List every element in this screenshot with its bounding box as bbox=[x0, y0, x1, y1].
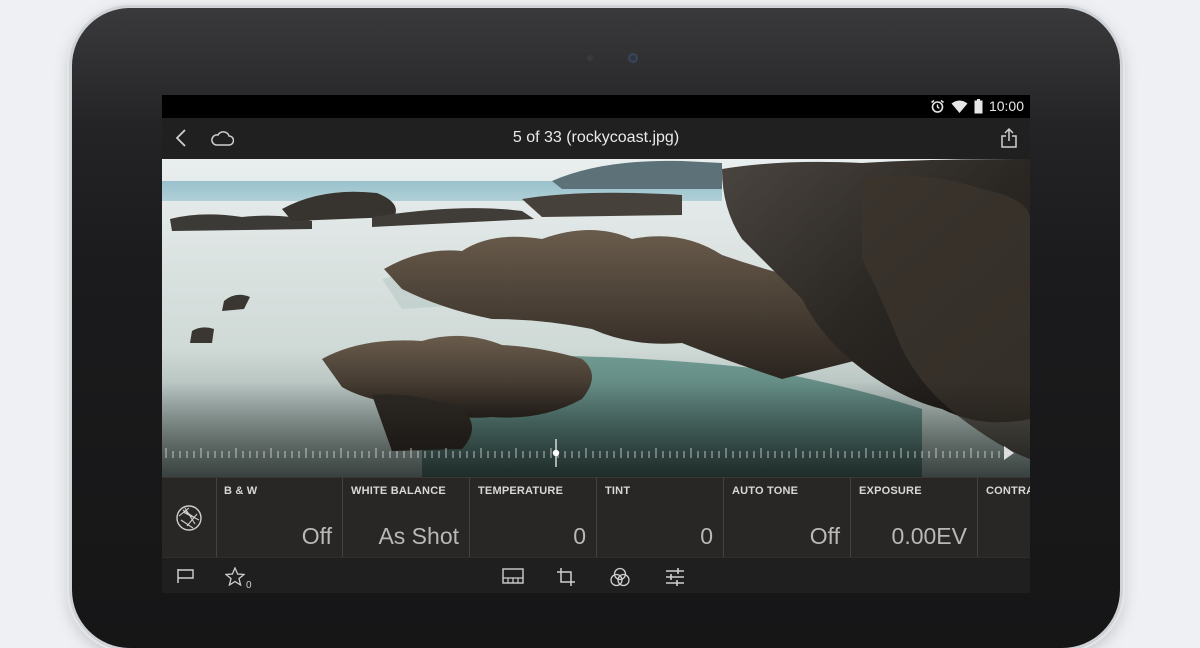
battery-icon bbox=[974, 98, 983, 114]
bottom-toolbar: 0 bbox=[162, 557, 1030, 593]
proximity-sensor bbox=[587, 55, 593, 61]
clock-time: 10:00 bbox=[988, 98, 1024, 114]
app-screen: 10:00 5 of 33 (rockycoast.jpg) B & W Off… bbox=[162, 95, 1030, 593]
star-count: 0 bbox=[246, 580, 252, 591]
adjust-contrast[interactable]: CONTRAS bbox=[978, 478, 1030, 558]
adjust-label: TEMPERATURE bbox=[478, 485, 564, 497]
star-icon bbox=[224, 566, 246, 591]
camera-aperture-icon[interactable] bbox=[175, 504, 203, 537]
sliders-icon[interactable] bbox=[664, 567, 686, 592]
profile-cell[interactable] bbox=[162, 478, 217, 558]
adjust-white-balance[interactable]: WHITE BALANCE As Shot bbox=[343, 478, 470, 558]
status-bar: 10:00 bbox=[162, 95, 1030, 118]
adjust-label: CONTRAS bbox=[986, 485, 1030, 497]
alarm-icon bbox=[930, 99, 945, 114]
adjust-temperature[interactable]: TEMPERATURE 0 bbox=[470, 478, 597, 558]
adjust-value: 0 bbox=[700, 523, 713, 549]
filmstrip-scrubber[interactable] bbox=[162, 439, 1030, 469]
crop-icon[interactable] bbox=[556, 567, 576, 592]
flag-icon[interactable] bbox=[176, 567, 196, 590]
wifi-icon bbox=[951, 100, 968, 113]
play-icon[interactable] bbox=[1004, 446, 1014, 460]
front-camera bbox=[628, 53, 638, 63]
adjust-exposure[interactable]: EXPOSURE 0.00EV bbox=[851, 478, 978, 558]
photo-preview[interactable] bbox=[162, 159, 1030, 477]
adjust-label: TINT bbox=[605, 485, 631, 497]
presets-icon[interactable] bbox=[609, 567, 631, 592]
adjust-value: 0.00EV bbox=[891, 523, 967, 549]
title-bar: 5 of 33 (rockycoast.jpg) bbox=[162, 118, 1030, 159]
adjust-value: 0 bbox=[573, 523, 586, 549]
adjust-value: As Shot bbox=[378, 523, 459, 549]
adjust-label: WHITE BALANCE bbox=[351, 485, 446, 497]
photo-title: 5 of 33 (rockycoast.jpg) bbox=[512, 129, 680, 146]
share-icon[interactable] bbox=[1000, 127, 1018, 154]
filmstrip-icon[interactable] bbox=[502, 567, 524, 590]
adjust-label: B & W bbox=[224, 485, 258, 497]
adjust-tint[interactable]: TINT 0 bbox=[597, 478, 724, 558]
star-rating[interactable]: 0 bbox=[224, 566, 252, 591]
adjust-auto-tone[interactable]: AUTO TONE Off bbox=[724, 478, 851, 558]
adjust-label: AUTO TONE bbox=[732, 485, 799, 497]
adjust-value: Off bbox=[301, 523, 332, 549]
adjust-bw[interactable]: B & W Off bbox=[216, 478, 343, 558]
adjust-value: Off bbox=[809, 523, 840, 549]
adjustments-panel: B & W Off WHITE BALANCE As Shot TEMPERAT… bbox=[162, 477, 1030, 558]
scrubber-handle[interactable] bbox=[552, 449, 560, 457]
adjust-label: EXPOSURE bbox=[859, 485, 922, 497]
